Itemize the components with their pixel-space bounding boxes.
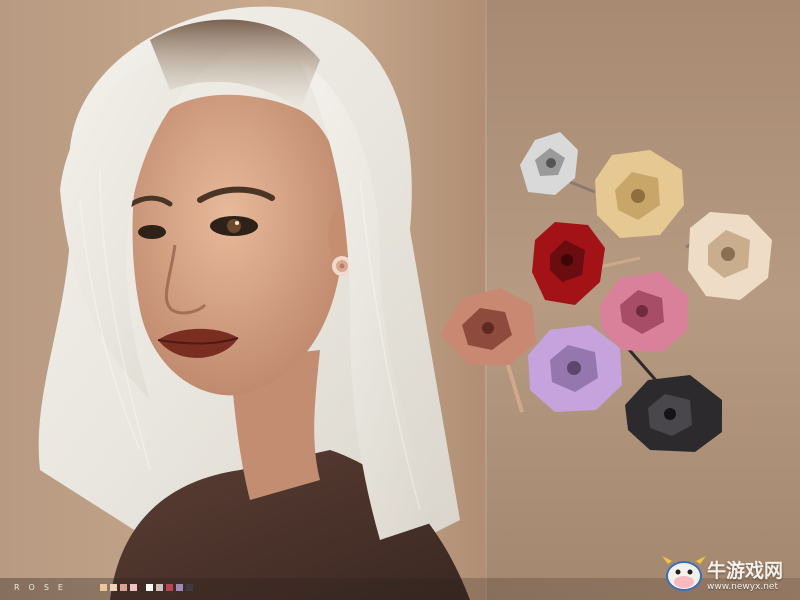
portrait-illustration — [38, 6, 772, 600]
product-image — [0, 0, 800, 600]
swatch — [176, 584, 183, 591]
rose-black-icon — [625, 375, 722, 452]
rose-champagne-icon — [685, 212, 772, 300]
rose-silver-icon — [520, 132, 596, 195]
swatch — [146, 584, 153, 591]
rose-gold-icon — [595, 150, 684, 238]
swatch — [120, 584, 127, 591]
swatch — [110, 584, 117, 591]
swatch — [166, 584, 173, 591]
rose-copper-icon — [440, 288, 536, 413]
swatch — [156, 584, 163, 591]
left-eye — [138, 225, 166, 239]
color-swatches — [100, 584, 193, 591]
collection-label: ROSE — [14, 583, 72, 592]
swatch — [186, 584, 193, 591]
swatch — [130, 584, 137, 591]
rose-lilac-icon — [528, 325, 622, 412]
watermark-site-url: www.newyx.net — [707, 582, 779, 592]
swatch — [100, 584, 107, 591]
watermark-site-name: 牛游戏网 — [707, 560, 784, 582]
